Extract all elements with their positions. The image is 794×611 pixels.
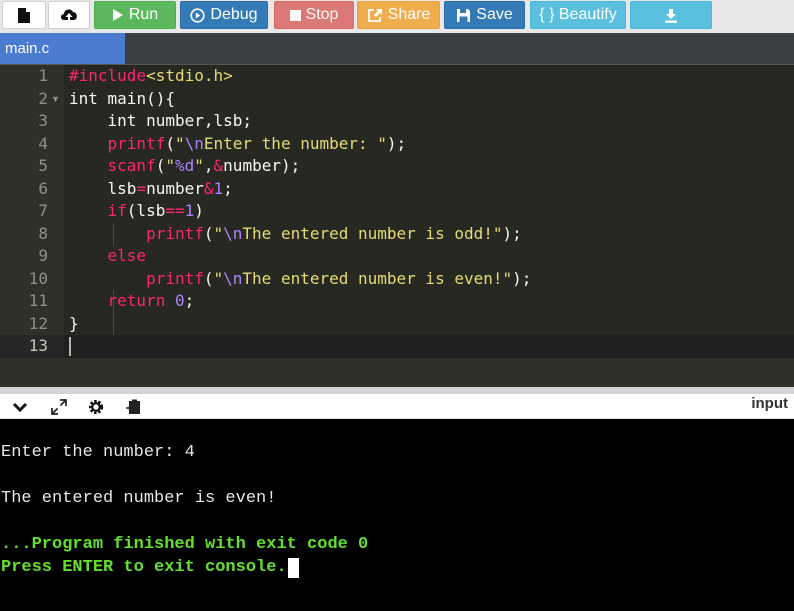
save-button[interactable]: Save	[444, 1, 525, 29]
line-number: 12	[28, 313, 48, 333]
expand-icon[interactable]	[49, 397, 69, 417]
line-number: 4	[38, 133, 48, 153]
share-label: Share	[387, 6, 431, 23]
line-number: 2	[38, 88, 48, 108]
stop-label: Stop	[305, 6, 339, 23]
console-output[interactable]: Enter the number: 4 The entered number i…	[0, 419, 794, 611]
share-button[interactable]: Share	[357, 1, 440, 29]
code-line: lsb=number&1;	[69, 178, 233, 198]
tab-bar: main.c	[0, 33, 794, 65]
line-number: 6	[38, 178, 48, 198]
debug-button[interactable]: Debug	[180, 1, 268, 29]
console-line: Enter the number: 4	[1, 443, 195, 462]
debug-label: Debug	[210, 6, 258, 23]
save-label: Save	[476, 6, 513, 23]
panel-splitter[interactable]	[0, 387, 794, 394]
line-number: 7	[38, 201, 48, 220]
line-number: 11	[28, 291, 48, 310]
console-line: Press ENTER to exit console.	[1, 558, 287, 577]
line-number: 5	[38, 156, 48, 175]
toolbar: Run Debug Stop Share Save { } Beautify	[0, 0, 794, 33]
active-line-highlight	[64, 335, 794, 358]
share-icon	[367, 8, 383, 23]
code-line: int main(){	[69, 88, 175, 108]
run-button[interactable]: Run	[94, 1, 176, 29]
download-button[interactable]	[630, 1, 712, 29]
beautify-label: { } Beautify	[539, 6, 617, 23]
console-last-line: Press ENTER to exit console.	[1, 558, 299, 578]
download-icon	[664, 8, 678, 23]
code-line: return 0;	[107, 291, 195, 310]
save-icon	[456, 8, 471, 23]
run-label: Run	[128, 6, 159, 23]
code-line: }	[69, 313, 79, 333]
text-cursor	[69, 337, 71, 356]
code-editor[interactable]: 1 2 ▼ 3 4 5 6 7 8 9 10 11 12 13 #include…	[0, 65, 794, 387]
line-number: 3	[38, 111, 48, 130]
line-number: 1	[38, 66, 48, 85]
code-line: printf("\nThe entered number is odd!");	[146, 223, 522, 243]
code-line: int number,lsb;	[107, 111, 253, 130]
tab-main-c[interactable]: main.c	[0, 33, 125, 64]
chevron-down-icon[interactable]	[10, 397, 30, 417]
play-icon	[112, 8, 124, 22]
console-line: The entered number is even!	[1, 489, 277, 508]
upload-icon	[59, 7, 79, 23]
input-tab[interactable]: input	[751, 395, 788, 412]
editor-empty-area[interactable]	[0, 358, 794, 387]
line-number: 9	[38, 246, 48, 265]
code-line: if(lsb==1)	[107, 201, 204, 220]
line-number: 13	[28, 336, 48, 355]
beautify-button[interactable]: { } Beautify	[530, 1, 626, 29]
file-icon	[17, 7, 31, 24]
gear-icon[interactable]	[86, 397, 106, 417]
console-line: ...Program finished with exit code 0	[1, 535, 369, 554]
new-file-button[interactable]	[2, 1, 46, 29]
code-line: #include<stdio.h>	[69, 66, 233, 85]
console-toolbar: input	[0, 394, 794, 419]
terminal-cursor	[287, 558, 299, 578]
line-number: 10	[28, 268, 48, 288]
line-number: 8	[38, 223, 48, 243]
code-line: printf("\nEnter the number: ");	[107, 133, 407, 153]
clipboard-icon[interactable]	[124, 397, 144, 417]
upload-button[interactable]	[48, 1, 90, 29]
debug-icon	[190, 7, 206, 23]
stop-icon	[289, 9, 301, 21]
code-line: scanf("%d",&number);	[107, 156, 301, 175]
fold-arrow-icon[interactable]: ▼	[51, 88, 60, 111]
code-line: printf("\nThe entered number is even!");	[146, 268, 532, 288]
code-line: else	[107, 246, 147, 265]
stop-button[interactable]: Stop	[274, 1, 354, 29]
